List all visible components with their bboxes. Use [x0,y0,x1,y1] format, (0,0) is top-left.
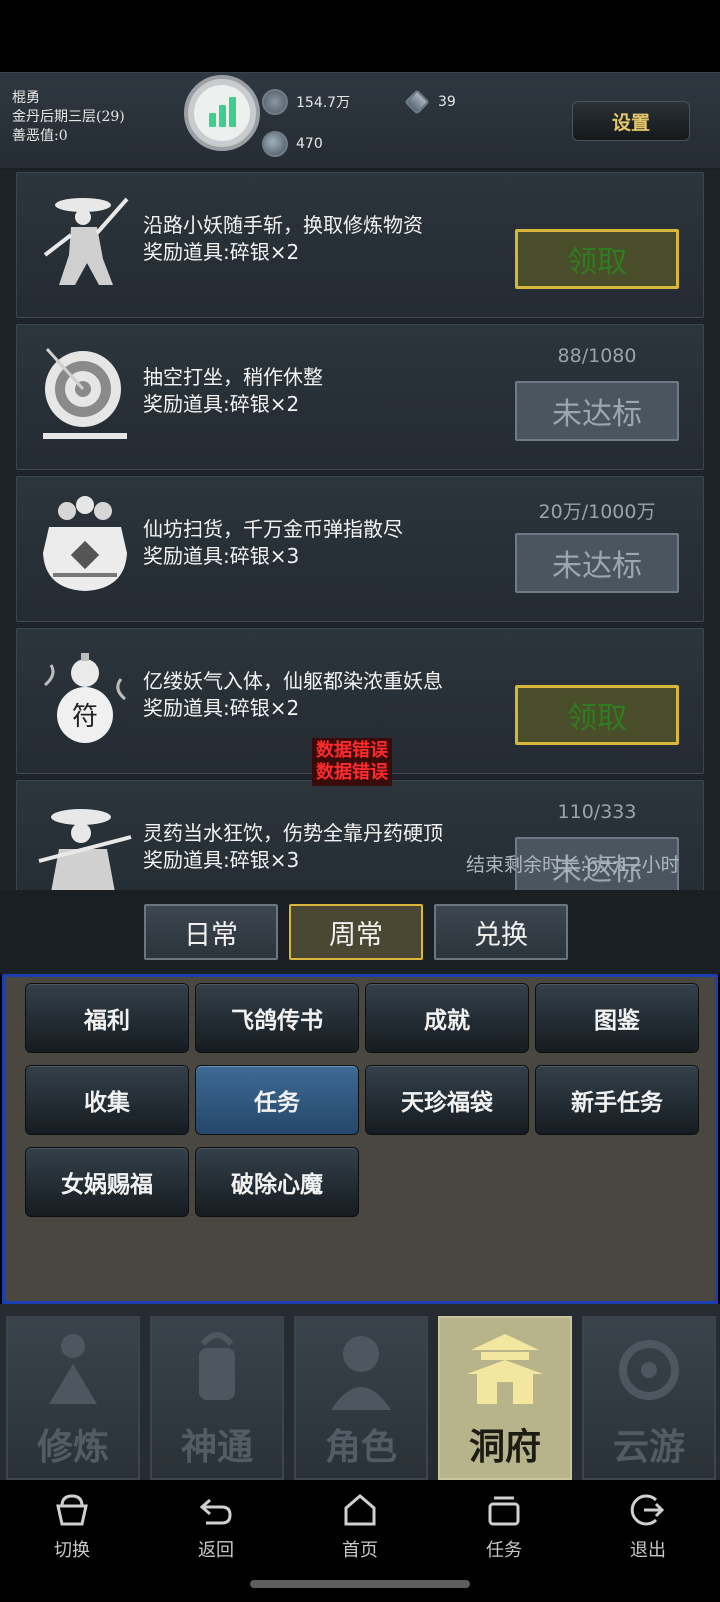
menu-codex-button[interactable]: 图鉴 [535,983,699,1053]
task-title: 亿缕妖气入体，仙躯都染浓重妖息 [143,669,443,693]
home-icon [344,1494,376,1526]
spirit-value: 470 [296,136,323,152]
nav-label: 角色 [324,1426,397,1468]
home-label: 首页 [342,1540,378,1561]
settings-button[interactable]: 设置 [572,101,690,141]
tab-daily[interactable]: 日常 [144,904,278,960]
player-name: 棍勇 [12,90,40,106]
task-reward: 奖励道具:碎银×3 [143,544,300,568]
cloud-swirl-icon [619,1340,679,1400]
back-label: 返回 [198,1540,234,1561]
gesture-home-bar[interactable] [250,1580,470,1588]
claim-button[interactable]: 领取 [515,229,679,289]
swordsman-icon [35,187,135,297]
menu-welfare-button[interactable]: 福利 [25,983,189,1053]
nav-divine-power[interactable]: 神通 [150,1316,284,1480]
fist-icon [199,1332,235,1400]
function-menu-panel: 福利 飞鸽传书 成就 图鉴 收集 任务 天珍福袋 新手任务 女娲赐福 破除心魔 [2,974,718,1304]
nav-wander[interactable]: 云游 [582,1316,716,1480]
task-card: 沿路小妖随手斩，换取修炼物资 奖励道具:碎银×2 领取 [16,172,704,318]
player-karma: 善恶值:0 [12,128,68,144]
task-reward: 奖励道具:碎银×3 [143,848,300,872]
target-icon [35,339,135,449]
home-button[interactable]: 首页 [310,1490,410,1562]
spirit-resource: 470 [262,131,323,157]
nav-label: 云游 [612,1426,685,1468]
error-line: 数据错误 [316,740,388,761]
menu-nuwa-blessing-button[interactable]: 女娲赐福 [25,1147,189,1217]
task-reward: 奖励道具:碎银×2 [143,240,300,264]
task-reward: 奖励道具:碎银×2 [143,392,300,416]
menu-inner-demon-button[interactable]: 破除心魔 [195,1147,359,1217]
swordsman-hat-icon [35,795,135,890]
treasure-pot-icon [35,491,135,601]
player-info: 棍勇 金丹后期三层(29) 善恶值:0 [12,89,125,146]
task-card: 仙坊扫货，千万金币弹指散尽 奖励道具:碎银×3 20万/1000万 未达标 [16,476,704,622]
nav-label: 神通 [180,1426,253,1468]
exit-icon [630,1494,665,1526]
event-countdown: 结束剩余时长:6天12小时 [466,854,680,876]
task-reward: 奖励道具:碎银×2 [143,696,300,720]
menu-tasks-button[interactable]: 任务 [195,1065,359,1135]
svg-text:符: 符 [72,702,98,732]
switch-button[interactable]: 切换 [22,1490,122,1562]
tab-weekly[interactable]: 周常 [289,904,423,960]
main-navigation: 修炼 神通 角色 洞府 云游 [0,1304,720,1480]
task-title: 仙坊扫货，千万金币弹指散尽 [143,517,403,541]
status-bar [0,0,720,72]
tasks-icon [488,1496,520,1526]
menu-achievement-button[interactable]: 成就 [365,983,529,1053]
back-icon [199,1498,232,1525]
nav-character[interactable]: 角色 [294,1316,428,1480]
signal-bars-icon [194,85,250,141]
switch-label: 切换 [54,1540,90,1561]
crystal-resource: 39 [404,89,456,115]
spirit-swirl-icon [262,131,288,157]
nav-label: 修炼 [36,1426,109,1468]
claim-button[interactable]: 领取 [515,685,679,745]
task-progress: 88/1080 [557,345,637,367]
tab-exchange[interactable]: 兑换 [434,904,568,960]
menu-newbie-tasks-button[interactable]: 新手任务 [535,1065,699,1135]
recent-tasks-button[interactable]: 任务 [454,1490,554,1562]
menu-collection-button[interactable]: 收集 [25,1065,189,1135]
task-tabs: 日常 周常 兑换 [0,890,720,974]
meditation-icon [49,1334,97,1404]
task-title: 抽空打坐，稍作休整 [143,365,323,389]
not-reached-button[interactable]: 未达标 [515,533,679,593]
coins-resource: 154.7万 [262,89,350,115]
exit-label: 退出 [630,1540,666,1561]
exit-button[interactable]: 退出 [598,1490,698,1562]
error-message: 数据错误 数据错误 [312,738,392,786]
coin-icon [262,89,288,115]
not-reached-button[interactable]: 未达标 [515,381,679,441]
task-title: 沿路小妖随手斩，换取修炼物资 [143,213,423,237]
crystal-value: 39 [438,94,456,110]
error-line: 数据错误 [316,762,388,783]
nav-cultivate[interactable]: 修炼 [6,1316,140,1480]
task-card: 抽空打坐，稍作休整 奖励道具:碎银×2 88/1080 未达标 [16,324,704,470]
top-bar: 棍勇 金丹后期三层(29) 善恶值:0 154.7万 39 470 设置 [0,72,720,170]
player-realm: 金丹后期三层(29) [12,109,125,125]
palace-icon [467,1334,543,1404]
task-progress: 110/333 [557,801,637,823]
gourd-icon: 符 [35,643,135,753]
menu-mail-button[interactable]: 飞鸽传书 [195,983,359,1053]
crystal-icon [404,89,430,115]
coins-value: 154.7万 [296,95,351,111]
task-title: 灵药当水狂饮，伤势全靠丹药硬顶 [143,821,443,845]
back-button[interactable]: 返回 [166,1490,266,1562]
nav-label: 洞府 [468,1426,541,1468]
nav-cave-abode[interactable]: 洞府 [438,1316,572,1480]
tasks-label: 任务 [486,1540,522,1561]
character-icon [331,1336,391,1410]
menu-lucky-bag-button[interactable]: 天珍福袋 [365,1065,529,1135]
task-progress: 20万/1000万 [538,501,656,523]
network-signal-button[interactable] [184,75,260,151]
switch-icon [56,1494,88,1526]
